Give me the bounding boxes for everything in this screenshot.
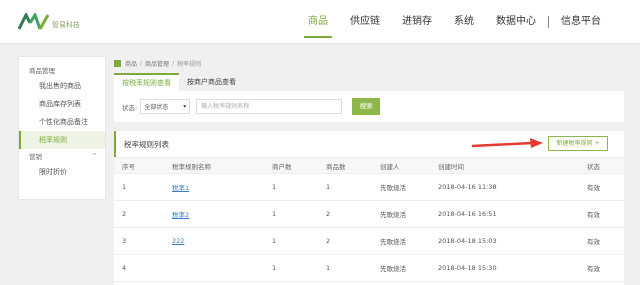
- merchant-count: 1: [264, 173, 318, 201]
- merchant-count: 1: [264, 254, 318, 282]
- nav-item-supply-chain[interactable]: 供应链: [339, 0, 391, 44]
- table-header-row: 序号 税率规则名称 商户数 商品数 创建人 创建时间 状态: [114, 157, 624, 174]
- breadcrumb-current: 税率规则: [177, 60, 202, 68]
- sidebar-item-product-notes[interactable]: 个性化商品备注: [19, 113, 105, 131]
- product-count: 1: [318, 254, 372, 282]
- breadcrumb-icon: [114, 59, 121, 67]
- nav-item-system[interactable]: 系统: [443, 0, 485, 44]
- view-tabs: 按税率规则查看 按商户商品查看: [114, 73, 624, 91]
- merchant-count: 1: [264, 200, 318, 228]
- filter-bar: 状态: 全部状态 ▾ 输入税率规则名称 搜索: [114, 91, 624, 123]
- created-time: 2018-04-16 16:51: [430, 200, 540, 228]
- row-index: 2: [114, 200, 164, 228]
- breadcrumb-separator: /: [172, 59, 175, 67]
- table-row[interactable]: 4 1 1 先歌烧活 2018-04-18 15:30 有效: [114, 254, 624, 282]
- created-time: 2018-04-18 15:30: [430, 254, 540, 282]
- status-label: 状态:: [122, 103, 138, 112]
- column-header[interactable]: 状态: [540, 157, 624, 174]
- tab-by-merchant-product[interactable]: 按商户商品查看: [179, 73, 244, 91]
- tab-by-tax-rule[interactable]: 按税率规则查看: [114, 73, 179, 91]
- sidebar-item-tax-rules[interactable]: 税率规则: [19, 131, 105, 149]
- tax-rule-table: 序号 税率规则名称 商户数 商品数 创建人 创建时间 状态 1 税率1 1 1 …: [114, 157, 624, 282]
- top-bar: 管易科技 商品 供应链 进销存 系统 数据中心 信息平台: [0, 0, 640, 44]
- sidebar-group-label: 营销: [29, 153, 42, 161]
- rule-name-link[interactable]: 税率2: [164, 200, 264, 228]
- tax-rule-list-panel: 税率规则列表 新建税率规则 + 序号 税率规则名称 商户数 商品数 创建人 创建…: [114, 131, 624, 285]
- sidebar-group-marketing[interactable]: 营销 ^: [19, 149, 105, 163]
- status-value: 有效: [540, 227, 624, 255]
- search-button[interactable]: 搜索: [352, 98, 381, 115]
- nav-item-data-center[interactable]: 数据中心: [485, 0, 547, 44]
- sidebar-item-product-stock[interactable]: 商品库存列表: [19, 95, 105, 113]
- status-value: 有效: [540, 200, 624, 228]
- merchant-count: 1: [264, 227, 318, 255]
- table-row[interactable]: 1 税率1 1 1 先歌烧活 2018-04-16 11:38 有效: [114, 173, 624, 201]
- created-time: 2018-04-16 11:38: [430, 173, 540, 201]
- sidebar-group-label: 商品管理: [29, 67, 55, 75]
- breadcrumb-separator: /: [140, 59, 143, 67]
- creator: 先歌烧活: [372, 200, 430, 228]
- nav-item-products[interactable]: 商品: [297, 0, 339, 44]
- sidebar-item-my-products[interactable]: 我出售的商品: [19, 77, 105, 95]
- rule-name-link[interactable]: 税率1: [164, 173, 264, 201]
- nav-divider: [548, 16, 549, 28]
- sidebar: 商品管理 我出售的商品 商品库存列表 个性化商品备注 税率规则 营销 ^ 限时折…: [18, 56, 106, 200]
- column-header[interactable]: 商品数: [318, 157, 372, 174]
- column-header[interactable]: 税率规则名称: [164, 157, 264, 174]
- status-select-value: 全部状态: [144, 104, 169, 111]
- product-count: 2: [318, 227, 372, 255]
- logo-text: 管易科技: [52, 20, 80, 29]
- column-header[interactable]: 商户数: [264, 157, 318, 174]
- breadcrumb: 商品 / 商品管理 / 税率规则: [114, 56, 624, 70]
- sidebar-group-product-management[interactable]: 商品管理: [19, 63, 105, 77]
- brand-logo[interactable]: 管易科技: [17, 11, 80, 31]
- status-value: 有效: [540, 254, 624, 282]
- rule-name-link[interactable]: 222: [164, 227, 264, 255]
- chevron-up-icon: ^: [91, 152, 97, 160]
- creator: 先歌烧活: [372, 227, 430, 255]
- creator: 先歌烧活: [372, 254, 430, 282]
- logo-icon: [17, 11, 50, 31]
- row-index: 3: [114, 227, 164, 255]
- column-header[interactable]: 创建时间: [430, 157, 540, 174]
- creator: 先歌烧活: [372, 173, 430, 201]
- top-navigation: 商品 供应链 进销存 系统 数据中心 信息平台: [297, 0, 612, 44]
- nav-item-info-platform[interactable]: 信息平台: [550, 0, 612, 44]
- row-index: 4: [114, 254, 164, 282]
- table-row[interactable]: 3 222 1 2 先歌烧活 2018-04-18 15:03 有效: [114, 227, 624, 255]
- rule-name-link[interactable]: [164, 254, 264, 282]
- rule-name-input[interactable]: 输入税率规则名称: [196, 99, 343, 114]
- chevron-down-icon: ▾: [183, 103, 187, 110]
- status-value: 有效: [540, 173, 624, 201]
- column-header[interactable]: 序号: [114, 157, 164, 174]
- nav-item-inventory[interactable]: 进销存: [391, 0, 443, 44]
- status-select[interactable]: 全部状态 ▾: [140, 99, 191, 114]
- breadcrumb-item[interactable]: 商品: [125, 59, 137, 68]
- product-count: 1: [318, 173, 372, 201]
- created-time: 2018-04-18 15:03: [430, 227, 540, 255]
- row-index: 1: [114, 173, 164, 201]
- table-row[interactable]: 2 税率2 1 2 先歌烧活 2018-04-16 16:51 有效: [114, 200, 624, 228]
- breadcrumb-item[interactable]: 商品管理: [145, 59, 169, 68]
- new-tax-rule-button[interactable]: 新建税率规则 +: [548, 136, 608, 151]
- arrow-right-icon: [471, 138, 543, 148]
- sidebar-item-flash-discount[interactable]: 限时折价: [19, 163, 105, 181]
- main-content: 商品 / 商品管理 / 税率规则 按税率规则查看 按商户商品查看 状态: 全部状…: [114, 56, 624, 285]
- column-header[interactable]: 创建人: [372, 157, 430, 174]
- product-count: 2: [318, 200, 372, 228]
